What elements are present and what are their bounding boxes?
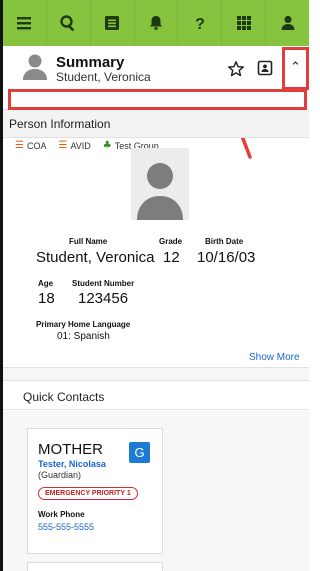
list-icon: ☰	[58, 140, 68, 151]
chip-label: AVID	[70, 140, 91, 151]
student-name: Student, Veronica	[56, 70, 151, 84]
contact-card[interactable]: MOTHER G Tester, Nicolasa (Guardian) EME…	[27, 428, 163, 554]
account-button[interactable]	[266, 0, 309, 46]
emergency-priority-badge: EMERGENCY PRIORITY 1	[38, 487, 138, 500]
birth-date-value: 10/16/03	[197, 249, 256, 266]
contact-relationship: MOTHER	[38, 441, 103, 458]
group-icon: ♣	[102, 140, 112, 151]
contact-card[interactable]	[27, 562, 163, 571]
grade-value: 12	[163, 249, 180, 266]
menu-button[interactable]	[3, 0, 47, 46]
user-icon	[281, 15, 295, 30]
language-label: Primary Home Language	[36, 320, 131, 329]
chip-avid[interactable]: ☰ AVID	[58, 140, 90, 151]
person-info-header: Person Information	[3, 110, 309, 138]
student-number-value: 123456	[78, 290, 129, 307]
star-icon[interactable]	[227, 60, 245, 78]
student-photo	[131, 148, 189, 220]
help-button[interactable]: ?	[178, 0, 223, 46]
svg-text:?: ?	[195, 16, 205, 33]
contact-role: (Guardian)	[38, 470, 82, 480]
contact-card-icon[interactable]	[257, 60, 273, 76]
full-name-value: Student, Veronica	[36, 249, 155, 266]
birth-date-label: Birth Date	[205, 237, 244, 246]
contact-name-link[interactable]: Tester, Nicolasa	[38, 459, 106, 469]
age-value: 18	[38, 290, 55, 307]
language-value: 01: Spanish	[57, 331, 110, 342]
quick-contacts-header: Quick Contacts	[3, 382, 309, 410]
search-button[interactable]	[47, 0, 91, 46]
avatar-icon	[23, 54, 47, 80]
search-icon	[60, 15, 75, 32]
full-name-label: Full Name	[69, 237, 108, 246]
student-number-label: Student Number	[72, 279, 135, 288]
help-icon: ?	[195, 16, 205, 33]
work-phone-label: Work Phone	[38, 510, 85, 519]
summary-title: Summary	[56, 54, 125, 71]
list-icon: ☰	[15, 140, 24, 151]
bell-icon	[150, 16, 162, 30]
top-nav: ?	[3, 0, 309, 46]
annotation-box-chips	[8, 89, 307, 110]
grid-icon	[236, 16, 251, 30]
notifications-button[interactable]	[135, 0, 179, 46]
grade-label: Grade	[159, 237, 183, 246]
guardian-badge: G	[129, 442, 150, 463]
show-more-link[interactable]: Show More	[249, 352, 300, 363]
age-label: Age	[38, 279, 54, 288]
chip-coa[interactable]: ☰ COA	[15, 140, 46, 151]
list-icon	[105, 16, 120, 30]
work-phone-link[interactable]: 555-555-5555	[38, 522, 94, 532]
apps-button[interactable]	[222, 0, 267, 46]
section-divider	[3, 367, 309, 381]
menu-icon	[17, 17, 32, 30]
window-edge	[0, 0, 3, 571]
annotation-box-collapse	[282, 47, 309, 90]
chip-label: COA	[26, 140, 47, 151]
list-button[interactable]	[91, 0, 135, 46]
